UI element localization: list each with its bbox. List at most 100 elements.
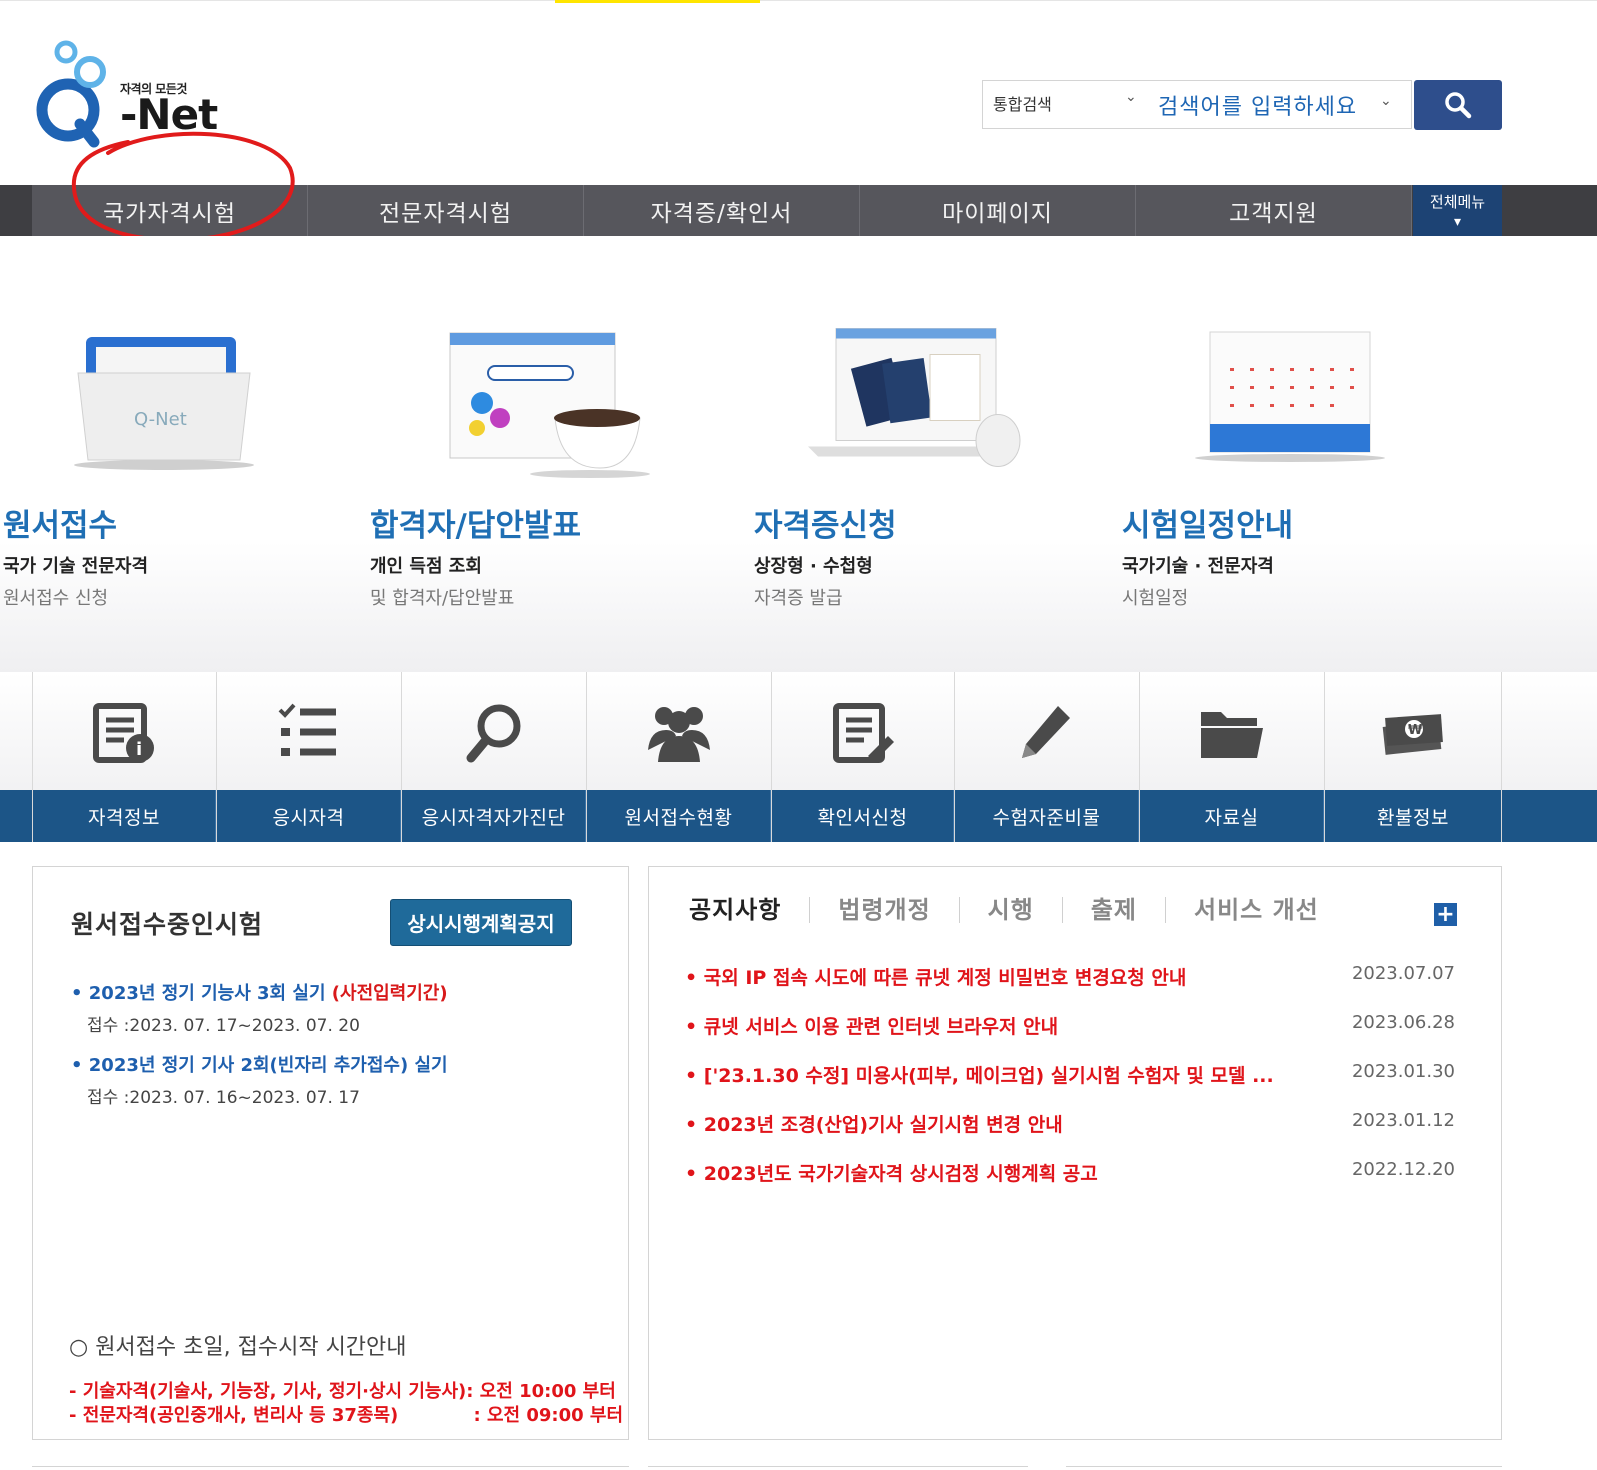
exam-panel-title: 원서접수중인시험 [71, 910, 264, 939]
quick-item-confirmation-request[interactable]: 확인서신청 [772, 672, 955, 842]
nav-national-exam[interactable]: 국가자격시험 [32, 185, 308, 236]
document-info-icon: i [92, 703, 154, 763]
hero-title: 합격자/답안발표 [370, 508, 581, 544]
quick-item-archive[interactable]: 자료실 [1140, 672, 1325, 842]
exam-date: 접수 :2023. 07. 16~2023. 07. 17 [87, 1088, 360, 1108]
nav-professional-exam[interactable]: 전문자격시험 [308, 185, 584, 236]
laptop-illustration-icon [808, 328, 1021, 467]
hero-description: 및 합격자/답안발표 [370, 588, 515, 609]
more-plus-icon[interactable]: + [1434, 903, 1457, 926]
all-menu-button[interactable]: 전체메뉴 ▾ [1413, 185, 1502, 236]
notice-date: 2023.07.07 [1351, 963, 1455, 984]
notice-panel: 공지사항 법령개정 시행 출제 서비스 개선 + • 국외 IP 접속 시도에 … [648, 866, 1502, 1440]
calendar-illustration-icon [1195, 331, 1385, 462]
people-icon [648, 707, 710, 762]
search-icon [1445, 92, 1472, 119]
tab-questions[interactable]: 출제 [1061, 897, 1165, 923]
tab-service-improvement[interactable]: 서비스 개선 [1165, 897, 1347, 923]
exam-title: 2023년 정기 기능사 3회 실기 [88, 983, 332, 1004]
quick-item-label: 수험자준비물 [955, 790, 1139, 842]
logo-text: -Net [120, 90, 218, 139]
top-border [0, 0, 1597, 1]
next-panel-edge [648, 1466, 1028, 1470]
search-input[interactable]: 검색어를 입력하세요 [1158, 89, 1357, 121]
hero-subtitle: 국가기술 · 전문자격 [1122, 556, 1274, 577]
hero-title: 자격증신청 [754, 508, 897, 544]
notice-row[interactable]: • 2023년 조경(산업)기사 실기시험 변경 안내 2023.01.12 [685, 1110, 1455, 1137]
quick-item-refund[interactable]: ₩ 환불정보 [1325, 672, 1502, 842]
exam-item[interactable]: • 2023년 정기 기능사 3회 실기 (사전입력기간) 접수 :2023. … [71, 979, 448, 1036]
money-icon: ₩ [1382, 714, 1443, 755]
hero-subtitle: 국가 기술 전문자격 [3, 556, 149, 577]
quick-item-label: 응시자격 [217, 790, 401, 842]
quick-item-label: 확인서신청 [772, 790, 954, 842]
quick-item-self-check[interactable]: 응시자격자가진단 [402, 672, 587, 842]
quick-item-eligibility[interactable]: 응시자격 [217, 672, 402, 842]
folder-illustration-icon: Q-Net [74, 337, 254, 470]
pencil-icon [1022, 706, 1070, 758]
quick-item-label: 응시자격자가진단 [402, 790, 586, 842]
notice-date: 2023.06.28 [1351, 1012, 1455, 1033]
hero-subtitle: 개인 득점 조회 [370, 556, 482, 577]
tab-execution[interactable]: 시행 [958, 897, 1062, 923]
notice-row[interactable]: • ['23.1.30 수정] 미용사(피부, 메이크업) 실기시험 수험자 및… [685, 1061, 1455, 1088]
document-edit-icon [833, 703, 894, 763]
quick-item-label: 자료실 [1140, 790, 1324, 842]
notice-row[interactable]: • 큐넷 서비스 이용 관련 인터넷 브라우저 안내 2023.06.28 [685, 1012, 1455, 1039]
next-panel-edge [1066, 1466, 1502, 1470]
search-box: 통합검색 ⌄ 검색어를 입력하세요 ⌄ [982, 80, 1412, 129]
search-category-select[interactable]: 통합검색 [993, 91, 1052, 115]
svg-text:₩: ₩ [1408, 723, 1423, 738]
hero-subtitle: 상장형 · 수첩형 [754, 556, 873, 577]
quick-item-label: 원서접수현황 [587, 790, 771, 842]
quick-item-label: 자격정보 [33, 790, 216, 842]
folder-icon [1201, 712, 1263, 758]
notice-row[interactable]: • 2023년도 국가기술자격 상시검정 시행계획 공고 2022.12.20 [685, 1159, 1455, 1186]
search-button[interactable] [1414, 80, 1502, 130]
notice-title: 국외 IP 접속 시도에 따른 큐넷 계정 비밀번호 변경요청 안내 [703, 967, 1187, 989]
notice-date: 2023.01.30 [1351, 1061, 1455, 1082]
exam-panel: 원서접수중인시험 상시시행계획공지 • 2023년 정기 기능사 3회 실기 (… [32, 866, 629, 1440]
next-panel-edge [32, 1466, 629, 1470]
hero-title: 시험일정안내 [1122, 508, 1294, 544]
tab-law-revision[interactable]: 법령개정 [809, 897, 958, 923]
chevron-down-icon[interactable]: ⌄ [1380, 93, 1392, 109]
quick-item-qualification-info[interactable]: i 자격정보 [32, 672, 217, 842]
exam-title: 2023년 정기 기사 2회(빈자리 추가접수) 실기 [88, 1055, 448, 1076]
hero-description: 시험일정 [1122, 588, 1189, 609]
quick-item-application-status[interactable]: 원서접수현황 [587, 672, 772, 842]
notice-title: 2023년도 국가기술자격 상시검정 시행계획 공고 [703, 1163, 1098, 1185]
exam-item[interactable]: • 2023년 정기 기사 2회(빈자리 추가접수) 실기 접수 :2023. … [71, 1051, 448, 1108]
svg-text:i: i [136, 739, 142, 760]
hero-description: 원서접수 신청 [3, 588, 109, 609]
hero-description: 자격증 발급 [754, 588, 843, 609]
notice-title: 큐넷 서비스 이용 관련 인터넷 브라우저 안내 [703, 1016, 1059, 1038]
all-menu-label: 전체메뉴 [1429, 193, 1486, 211]
magnifier-icon [466, 704, 521, 763]
notice-date: 2023.01.12 [1351, 1110, 1455, 1131]
quick-item-preparations[interactable]: 수험자준비물 [955, 672, 1140, 842]
hero-title: 원서접수 [3, 508, 118, 544]
browser-illustration-icon [449, 332, 650, 478]
svg-text:Q-Net: Q-Net [134, 409, 187, 430]
checklist-icon [278, 703, 336, 756]
chevron-down-icon[interactable]: ⌄ [1125, 89, 1137, 105]
chevron-down-icon: ▾ [1453, 214, 1462, 230]
quick-item-label: 환불정보 [1377, 806, 1449, 829]
notice-row[interactable]: • 국외 IP 접속 시도에 따른 큐넷 계정 비밀번호 변경요청 안내 202… [685, 963, 1455, 990]
global-nav: 국가자격시험 전문자격시험 자격증/확인서 마이페이지 고객지원 [0, 185, 1597, 236]
application-time-title: ○ 원서접수 초일, 접수시작 시간안내 [69, 1335, 407, 1360]
nav-support[interactable]: 고객지원 [1136, 185, 1412, 236]
application-time-line: - 전문자격(공인중개사, 변리사 등 37종목) : 오전 09:00 부터 [69, 1405, 624, 1426]
tab-notice[interactable]: 공지사항 [689, 897, 809, 923]
application-time-line: - 기술자격(기술사, 기능장, 기사, 정기·상시 기능사): 오전 10:0… [69, 1381, 616, 1402]
schedule-notice-button[interactable]: 상시시행계획공지 [390, 899, 572, 946]
exam-note: (사전입력기간) [331, 983, 448, 1004]
nav-mypage[interactable]: 마이페이지 [860, 185, 1136, 236]
notice-date: 2022.12.20 [1351, 1159, 1455, 1180]
notice-title: ['23.1.30 수정] 미용사(피부, 메이크업) 실기시험 수험자 및 모… [703, 1065, 1274, 1087]
qnet-logo[interactable]: 자격의 모든것 -Net [28, 38, 218, 150]
top-accent-bar [555, 0, 760, 3]
nav-certificate[interactable]: 자격증/확인서 [584, 185, 860, 236]
notice-title: 2023년 조경(산업)기사 실기시험 변경 안내 [703, 1114, 1063, 1136]
